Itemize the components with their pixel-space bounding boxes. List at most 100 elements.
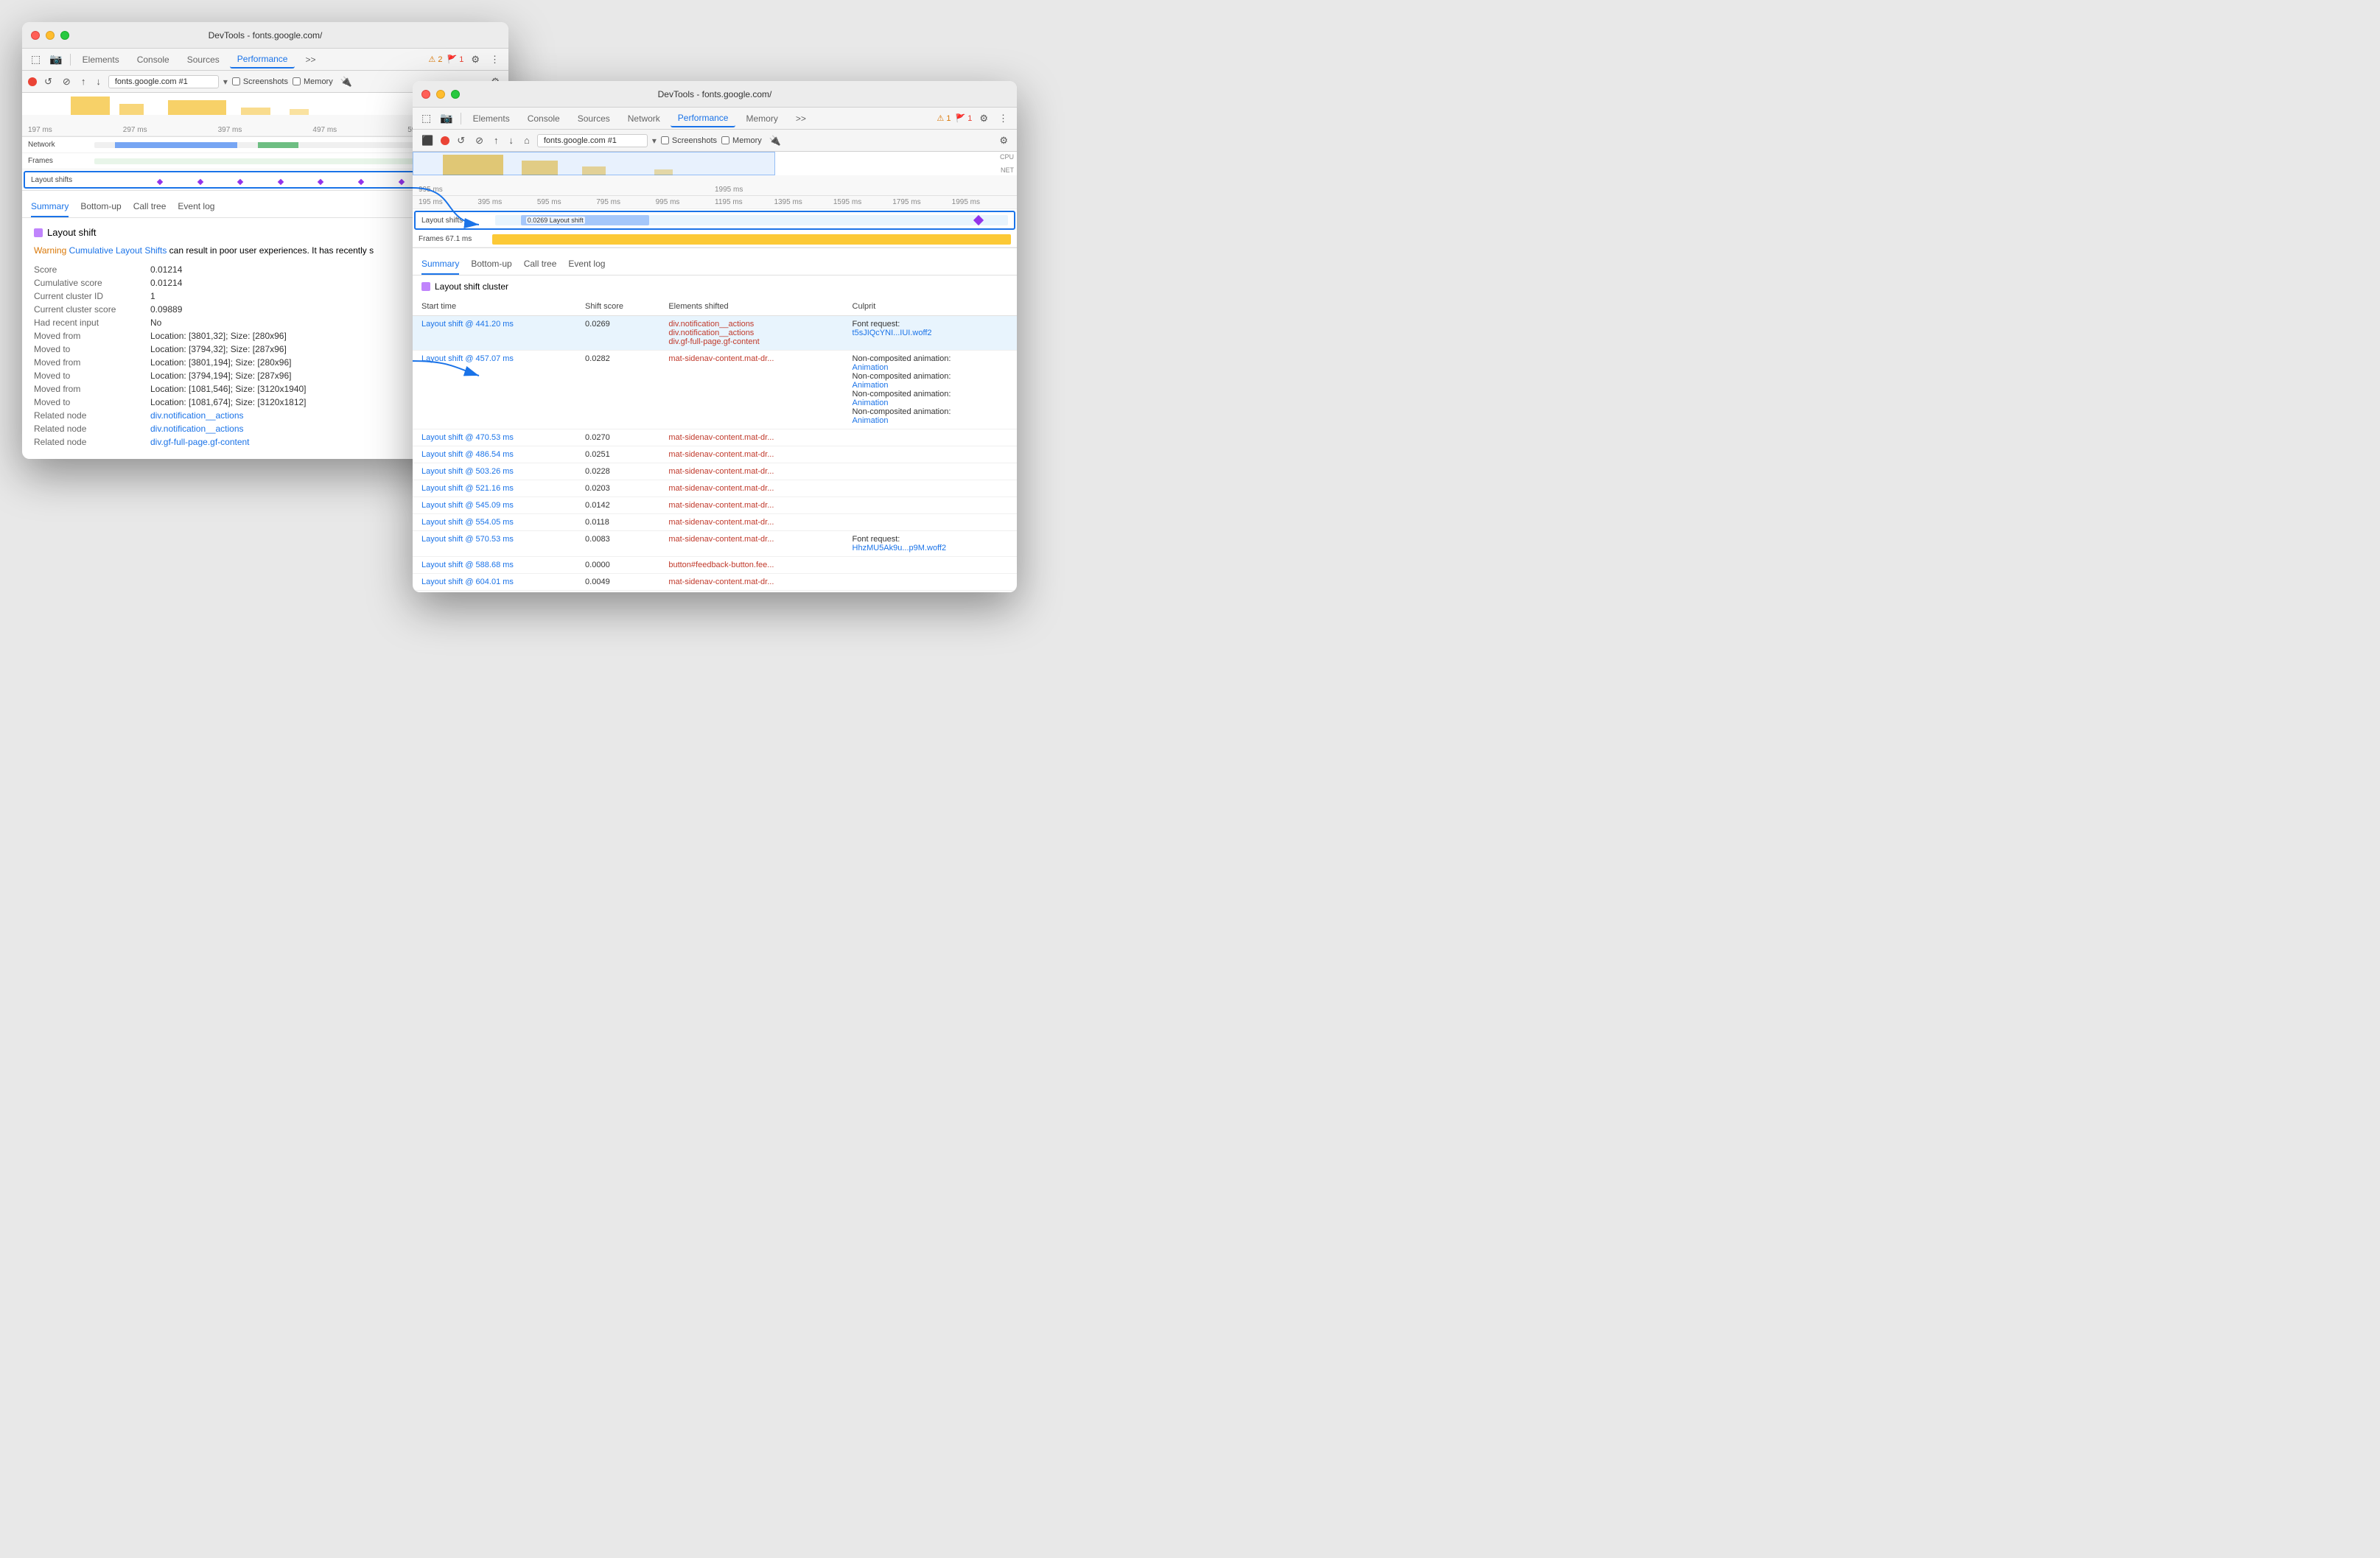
reload-btn-2[interactable]: ↺ — [454, 133, 468, 148]
table-row[interactable]: Layout shift @ 441.20 ms 0.0269 div.noti… — [413, 316, 1017, 351]
culprit-anim-link-2c[interactable]: Animation — [853, 399, 1008, 407]
settings-btn-1[interactable]: ⚙ — [468, 52, 483, 67]
upload-btn-1[interactable]: ↑ — [78, 74, 89, 88]
minimize-button-1[interactable] — [46, 31, 55, 40]
related-node-value-1[interactable]: div.notification__actions — [150, 410, 244, 421]
shift-link-2[interactable]: Layout shift @ 457.07 ms — [421, 354, 514, 363]
table-row[interactable]: Layout shift @ 521.16 ms 0.0203 mat-side… — [413, 480, 1017, 497]
screenshots-checkbox[interactable]: Screenshots — [232, 77, 288, 86]
record-btn-1[interactable] — [28, 77, 37, 86]
culprit-anim-link-2b[interactable]: Animation — [853, 381, 1008, 390]
tab-sources-2[interactable]: Sources — [570, 110, 617, 127]
element-5[interactable]: mat-sidenav-content.mat-dr... — [668, 467, 834, 476]
table-row[interactable]: Layout shift @ 588.68 ms 0.0000 button#f… — [413, 557, 1017, 574]
element-3[interactable]: mat-sidenav-content.mat-dr... — [668, 433, 834, 442]
table-row[interactable]: Layout shift @ 503.26 ms 0.0228 mat-side… — [413, 463, 1017, 480]
table-row[interactable]: Layout shift @ 470.53 ms 0.0270 mat-side… — [413, 429, 1017, 446]
tab-elements-2[interactable]: Elements — [466, 110, 517, 127]
element-7[interactable]: mat-sidenav-content.mat-dr... — [668, 501, 834, 510]
table-row[interactable]: Layout shift @ 545.09 ms 0.0142 mat-side… — [413, 497, 1017, 514]
tab-performance-1[interactable]: Performance — [230, 51, 295, 69]
shift-start-1[interactable]: Layout shift @ 441.20 ms — [413, 316, 576, 351]
network-btn-2[interactable]: 🔌 — [766, 133, 784, 148]
menu-btn-2[interactable]: ⋮ — [995, 111, 1011, 126]
subtab-eventlog-1[interactable]: Event log — [178, 197, 214, 217]
shift-link-11[interactable]: Layout shift @ 604.01 ms — [421, 578, 514, 586]
close-button-2[interactable] — [421, 90, 430, 99]
tab-elements-1[interactable]: Elements — [75, 52, 127, 68]
subtab-calltree-2[interactable]: Call tree — [524, 254, 557, 275]
shift-link-10[interactable]: Layout shift @ 588.68 ms — [421, 561, 514, 569]
minimize-button-2[interactable] — [436, 90, 445, 99]
culprit-font-link-9[interactable]: HhzMU5Ak9u...p9M.woff2 — [853, 544, 1008, 552]
subtab-bottomup-1[interactable]: Bottom-up — [80, 197, 121, 217]
shift-link-4[interactable]: Layout shift @ 486.54 ms — [421, 450, 514, 459]
subtab-summary-1[interactable]: Summary — [31, 197, 69, 217]
culprit-anim-link-2a[interactable]: Animation — [853, 363, 1008, 372]
tab-performance-2[interactable]: Performance — [671, 110, 736, 127]
element-1b[interactable]: div.notification__actions — [668, 329, 834, 337]
clear-btn-1[interactable]: ⊘ — [60, 74, 74, 89]
related-node-value-3[interactable]: div.gf-full-page.gf-content — [150, 437, 250, 447]
download-btn-1[interactable]: ↓ — [93, 74, 104, 88]
subtab-summary-2[interactable]: Summary — [421, 254, 459, 275]
download-btn-2[interactable]: ↓ — [506, 133, 517, 147]
shift-link-8[interactable]: Layout shift @ 554.05 ms — [421, 518, 514, 527]
element-6[interactable]: mat-sidenav-content.mat-dr... — [668, 484, 834, 493]
table-row[interactable]: Layout shift @ 486.54 ms 0.0251 mat-side… — [413, 446, 1017, 463]
shift-link-7[interactable]: Layout shift @ 545.09 ms — [421, 501, 514, 510]
table-row[interactable]: Layout shift @ 554.05 ms 0.0118 mat-side… — [413, 514, 1017, 531]
screenshot-tool[interactable]: 📷 — [46, 52, 65, 67]
tab-memory-2[interactable]: Memory — [738, 110, 785, 127]
shift-table-container[interactable]: Start time Shift score Elements shifted … — [413, 298, 1017, 592]
table-row[interactable]: Layout shift @ 604.01 ms 0.0049 mat-side… — [413, 574, 1017, 591]
upload-btn-2[interactable]: ↑ — [491, 133, 502, 147]
subtab-bottomup-2[interactable]: Bottom-up — [471, 254, 511, 275]
subtab-calltree-1[interactable]: Call tree — [133, 197, 167, 217]
settings-btn-3[interactable]: ⚙ — [976, 111, 991, 126]
maximize-button-1[interactable] — [60, 31, 69, 40]
tab-network-2[interactable]: Network — [620, 110, 668, 127]
tab-console-2[interactable]: Console — [520, 110, 567, 127]
element-9[interactable]: mat-sidenav-content.mat-dr... — [668, 535, 834, 544]
record-btn-2[interactable] — [441, 136, 449, 145]
close-button-1[interactable] — [31, 31, 40, 40]
shift-link-9[interactable]: Layout shift @ 570.53 ms — [421, 535, 514, 544]
subtab-eventlog-2[interactable]: Event log — [568, 254, 605, 275]
cursor-tool-2[interactable]: ⬚ — [419, 110, 434, 126]
culprit-font-link-1[interactable]: t5sJIQcYNI...IUI.woff2 — [853, 329, 1008, 337]
element-8[interactable]: mat-sidenav-content.mat-dr... — [668, 518, 834, 527]
shift-link-6[interactable]: Layout shift @ 521.16 ms — [421, 484, 514, 493]
memory-checkbox[interactable]: Memory — [293, 77, 333, 86]
network-btn-1[interactable]: 🔌 — [337, 74, 355, 89]
cls-link[interactable]: Cumulative Layout Shifts — [69, 245, 167, 256]
related-node-value-2[interactable]: div.notification__actions — [150, 424, 244, 434]
shift-link-1[interactable]: Layout shift @ 441.20 ms — [421, 320, 514, 329]
memory-checkbox-2[interactable]: Memory — [721, 136, 762, 145]
settings-btn-4[interactable]: ⚙ — [996, 133, 1011, 148]
element-2a[interactable]: mat-sidenav-content.mat-dr... — [668, 354, 834, 363]
element-11[interactable]: mat-sidenav-content.mat-dr... — [668, 578, 834, 586]
tab-sources-1[interactable]: Sources — [180, 52, 227, 68]
address-input-2[interactable]: fonts.google.com #1 — [537, 134, 648, 147]
tab-more-2[interactable]: >> — [788, 110, 813, 127]
tab-console-1[interactable]: Console — [130, 52, 177, 68]
element-4[interactable]: mat-sidenav-content.mat-dr... — [668, 450, 834, 459]
table-row[interactable]: Layout shift @ 570.53 ms 0.0083 mat-side… — [413, 531, 1017, 557]
culprit-anim-link-2d[interactable]: Animation — [853, 416, 1008, 425]
reload-btn-1[interactable]: ↺ — [41, 74, 55, 89]
screenshot-tool-2[interactable]: 📷 — [437, 110, 455, 126]
element-10[interactable]: button#feedback-button.fee... — [668, 561, 834, 569]
home-btn-2[interactable]: ⌂ — [521, 133, 533, 147]
maximize-button-2[interactable] — [451, 90, 460, 99]
address-input-1[interactable]: fonts.google.com #1 — [108, 75, 219, 88]
back-btn-2[interactable]: ⬛ — [419, 133, 436, 148]
element-1c[interactable]: div.gf-full-page.gf-content — [668, 337, 834, 346]
menu-btn-1[interactable]: ⋮ — [487, 52, 503, 67]
clear-btn-2[interactable]: ⊘ — [472, 133, 486, 148]
element-1a[interactable]: div.notification__actions — [668, 320, 834, 329]
shift-link-3[interactable]: Layout shift @ 470.53 ms — [421, 433, 514, 442]
shift-link-5[interactable]: Layout shift @ 503.26 ms — [421, 467, 514, 476]
shift-start-2[interactable]: Layout shift @ 457.07 ms — [413, 351, 576, 429]
cursor-tool[interactable]: ⬚ — [28, 52, 43, 67]
